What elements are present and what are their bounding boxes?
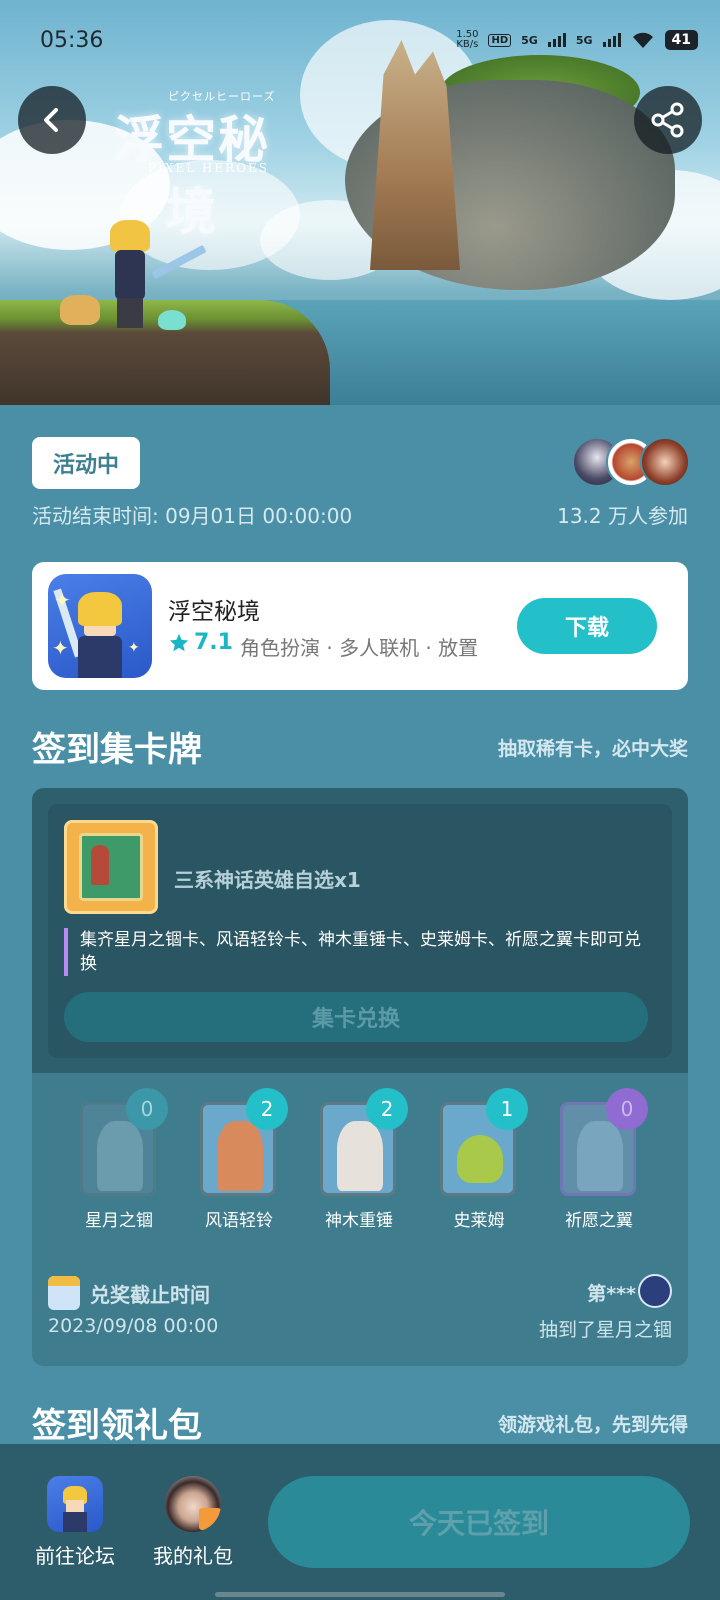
winner-description: 抽到了星月之锢 bbox=[538, 1319, 672, 1341]
activity-end-time: 活动结束时间: 09月01日 00:00:00 bbox=[32, 504, 353, 528]
game-card[interactable]: ✦ ✦ ✦ 浮空秘境 7.1 角色扮演 · 多人联机 · 放置 下载 bbox=[32, 562, 688, 690]
network-label-2: 5G bbox=[575, 33, 593, 47]
download-button[interactable]: 下载 bbox=[517, 598, 657, 654]
chevron-left-icon bbox=[44, 108, 58, 132]
card-item-xingyue[interactable]: 0 星月之锢 bbox=[64, 1088, 174, 1238]
signin-button[interactable]: 今天已签到 bbox=[268, 1476, 690, 1568]
game-name: 浮空秘境 bbox=[168, 599, 260, 625]
exchange-button[interactable]: 集卡兑换 bbox=[64, 992, 648, 1042]
card-item-qiyuan[interactable]: 0 祈愿之翼 bbox=[544, 1088, 654, 1238]
participant-avatars[interactable] bbox=[572, 437, 692, 489]
forum-game-icon bbox=[47, 1476, 103, 1532]
card-item-shenmu[interactable]: 2 神木重锤 bbox=[304, 1088, 414, 1238]
card-count-badge: 0 bbox=[126, 1088, 168, 1130]
network-label-1: 5G bbox=[521, 33, 538, 47]
status-bar: 05:36 1.50 KB/s HD 5G 5G 41 bbox=[0, 26, 720, 56]
battery-level: 41 bbox=[664, 30, 698, 50]
card-name: 祈愿之翼 bbox=[565, 1211, 633, 1231]
participant-count: 13.2 万人参加 bbox=[557, 504, 688, 528]
game-rating: 7.1 bbox=[168, 630, 233, 655]
hero-banner: ピクセルヒーローズ 浮空秘境 PIXEL HEROES bbox=[0, 0, 720, 405]
star-icon bbox=[169, 633, 189, 651]
gift-avatar-icon bbox=[165, 1476, 221, 1532]
card-name: 神木重锤 bbox=[325, 1211, 393, 1231]
speed-unit: KB/s bbox=[456, 39, 479, 50]
forum-button[interactable]: 前往论坛 bbox=[20, 1476, 130, 1569]
card-name: 星月之锢 bbox=[85, 1211, 153, 1231]
signal-icon bbox=[547, 33, 566, 47]
deadline-label: 兑奖截止时间 bbox=[90, 1283, 210, 1307]
game-logo: ピクセルヒーローズ 浮空秘境 PIXEL HEROES bbox=[100, 88, 280, 241]
winner-name: 第*** bbox=[587, 1283, 636, 1305]
card-item-fengyu[interactable]: 2 风语轻铃 bbox=[184, 1088, 294, 1238]
gift-section-title: 签到领礼包 bbox=[32, 1406, 202, 1446]
reward-description: 集齐星月之锢卡、风语轻铃卡、神木重锤卡、史莱姆卡、祈愿之翼卡即可兑换 bbox=[64, 928, 654, 976]
card-item-slime[interactable]: 1 史莱姆 bbox=[424, 1088, 534, 1238]
forum-label: 前往论坛 bbox=[35, 1544, 115, 1568]
logo-subtitle: PIXEL HEROES bbox=[148, 161, 269, 175]
activity-status-badge: 活动中 bbox=[32, 437, 140, 489]
home-indicator[interactable] bbox=[215, 1592, 505, 1597]
avatar bbox=[640, 437, 690, 487]
gift-section-subtitle: 领游戏礼包，先到先得 bbox=[497, 1414, 688, 1436]
signal-icon-2 bbox=[602, 33, 621, 47]
share-icon bbox=[651, 102, 684, 138]
game-tags: 角色扮演 · 多人联机 · 放置 bbox=[240, 636, 479, 660]
card-collect-panel: 三系神话英雄自选x1 集齐星月之锢卡、风语轻铃卡、神木重锤卡、史莱姆卡、祈愿之翼… bbox=[32, 788, 688, 1366]
game-icon[interactable]: ✦ ✦ ✦ bbox=[48, 574, 152, 678]
bottom-action-bar: 前往论坛 我的礼包 今天已签到 bbox=[0, 1444, 720, 1600]
card-count-badge: 2 bbox=[246, 1088, 288, 1130]
network-speed: 1.50 KB/s bbox=[456, 30, 478, 50]
card-list: 0 星月之锢 2 风语轻铃 2 神木重锤 1 史莱姆 0 祈愿之翼 bbox=[32, 1088, 688, 1238]
card-section-title: 签到集卡牌 bbox=[32, 730, 202, 770]
rating-value: 7.1 bbox=[194, 630, 233, 655]
card-count-badge: 0 bbox=[606, 1088, 648, 1130]
status-time: 05:36 bbox=[40, 28, 104, 53]
my-gifts-button[interactable]: 我的礼包 bbox=[138, 1476, 248, 1569]
my-gifts-label: 我的礼包 bbox=[153, 1544, 233, 1568]
card-section-subtitle: 抽取稀有卡，必中大奖 bbox=[497, 738, 688, 760]
wifi-icon bbox=[632, 32, 653, 48]
share-button[interactable] bbox=[634, 86, 702, 154]
winner-avatar bbox=[638, 1274, 672, 1308]
card-count-badge: 2 bbox=[366, 1088, 408, 1130]
reward-title: 三系神话英雄自选x1 bbox=[174, 868, 361, 892]
card-count-badge: 1 bbox=[486, 1088, 528, 1130]
card-name: 风语轻铃 bbox=[205, 1211, 273, 1231]
card-name: 史莱姆 bbox=[453, 1211, 505, 1231]
reward-card-icon bbox=[64, 820, 158, 914]
deadline-value: 2023/09/08 00:00 bbox=[48, 1315, 219, 1337]
back-button[interactable] bbox=[18, 86, 86, 154]
calendar-icon bbox=[48, 1276, 80, 1310]
reward-box: 三系神话英雄自选x1 集齐星月之锢卡、风语轻铃卡、神木重锤卡、史莱姆卡、祈愿之翼… bbox=[48, 804, 672, 1058]
hd-badge: HD bbox=[488, 33, 512, 47]
